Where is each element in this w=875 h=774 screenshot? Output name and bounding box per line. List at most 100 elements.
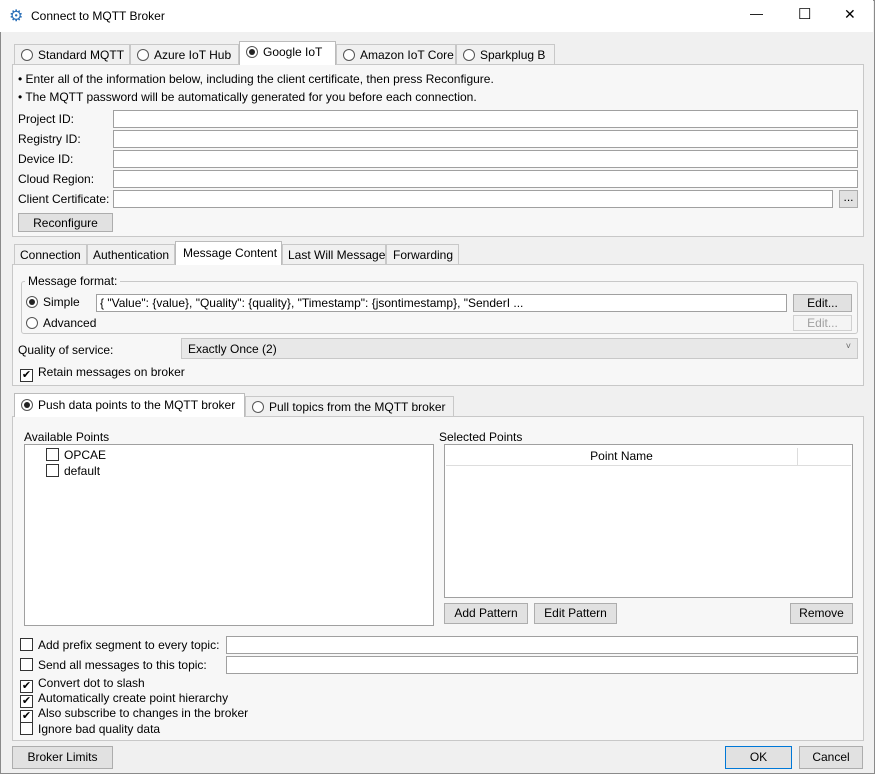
tab-label: Push data points to the MQTT broker: [38, 398, 236, 412]
tab-label: Amazon IoT Core: [360, 48, 454, 62]
registry-id-label: Registry ID:: [18, 132, 81, 146]
radio-icon: [137, 49, 149, 61]
tab-authentication[interactable]: Authentication: [87, 244, 175, 265]
radio-selected-icon: [26, 296, 38, 308]
radio-icon: [252, 401, 264, 413]
tab-push-data-points[interactable]: Push data points to the MQTT broker: [14, 393, 245, 417]
tab-forwarding[interactable]: Forwarding: [386, 244, 459, 265]
selected-points-list[interactable]: Point Name: [444, 444, 853, 598]
qos-label: Quality of service:: [18, 343, 114, 357]
browse-certificate-button[interactable]: ...: [839, 190, 858, 208]
checkbox-label: Send all messages to this topic:: [38, 658, 207, 672]
radio-icon: [463, 49, 475, 61]
tab-google-iot[interactable]: Google IoT: [239, 41, 336, 65]
tab-pull-topics[interactable]: Pull topics from the MQTT broker: [245, 396, 454, 417]
chevron-down-icon: ˅: [845, 341, 851, 351]
tab-label: Google IoT: [263, 45, 323, 59]
tab-azure-iot-hub[interactable]: Azure IoT Hub: [130, 44, 239, 65]
selected-points-label: Selected Points: [439, 430, 523, 444]
note-2: • The MQTT password will be automaticall…: [18, 90, 477, 104]
checkbox-label: Retain messages on broker: [38, 365, 185, 379]
advanced-edit-button[interactable]: Edit...: [793, 315, 852, 331]
note-text: The MQTT password will be automatically …: [25, 90, 477, 104]
note-text: Enter all of the information below, incl…: [25, 72, 494, 86]
checkbox-label: Add prefix segment to every topic:: [38, 638, 220, 652]
checkbox-label: Automatically create point hierarchy: [38, 691, 229, 705]
tab-standard-mqtt[interactable]: Standard MQTT: [14, 44, 130, 65]
device-id-label: Device ID:: [18, 152, 74, 166]
tab-label: Azure IoT Hub: [154, 48, 232, 62]
column-header-filler: [798, 448, 851, 466]
column-header-point-name[interactable]: Point Name: [446, 448, 798, 466]
qos-value: Exactly Once (2): [188, 342, 277, 356]
message-content-panel: Message format: Simple { "Value": {value…: [12, 264, 864, 386]
close-button[interactable]: ✕: [844, 6, 856, 23]
project-id-input[interactable]: [113, 110, 858, 128]
ok-button[interactable]: OK: [725, 746, 792, 769]
item-label: default: [64, 464, 101, 478]
column-label: Point Name: [590, 449, 653, 463]
broker-limits-button[interactable]: Broker Limits: [12, 746, 113, 769]
radio-selected-icon: [21, 399, 33, 411]
google-iot-panel: • Enter all of the information below, in…: [12, 64, 864, 237]
item-label: OPCAE: [64, 448, 107, 462]
tab-sparkplug-b[interactable]: Sparkplug B: [456, 44, 555, 65]
radio-icon: [21, 49, 33, 61]
cancel-button[interactable]: Cancel: [799, 746, 863, 769]
simple-edit-button[interactable]: Edit...: [793, 294, 852, 312]
radio-label: Advanced: [43, 316, 97, 330]
message-format-legend: Message format:: [25, 274, 121, 288]
send-all-topic-input[interactable]: [226, 656, 858, 674]
maximize-button[interactable]: ☐: [798, 5, 811, 23]
tree-item-opcae[interactable]: OPCAE: [46, 448, 106, 462]
client-certificate-label: Client Certificate:: [18, 192, 110, 206]
minimize-button[interactable]: —: [750, 6, 763, 21]
available-points-label: Available Points: [24, 430, 110, 444]
device-id-input[interactable]: [113, 150, 858, 168]
tab-label: Sparkplug B: [480, 48, 546, 62]
tab-label: Pull topics from the MQTT broker: [269, 400, 446, 414]
remove-button[interactable]: Remove: [790, 603, 853, 624]
checkbox-icon: [20, 658, 33, 671]
advanced-radio[interactable]: Advanced: [26, 316, 96, 330]
retain-checkbox[interactable]: ✔ Retain messages on broker: [20, 365, 185, 382]
project-id-label: Project ID:: [18, 112, 75, 126]
cloud-region-label: Cloud Region:: [18, 172, 95, 186]
ignore-bad-quality-checkbox[interactable]: Ignore bad quality data: [20, 722, 160, 736]
push-panel: Available Points OPCAE default Selected …: [12, 416, 864, 741]
tab-last-will-message[interactable]: Last Will Message: [282, 244, 386, 265]
checkbox-icon[interactable]: [46, 464, 59, 477]
client-certificate-input[interactable]: [113, 190, 833, 208]
checkbox-label: Convert dot to slash: [38, 676, 145, 690]
radio-label: Simple: [43, 295, 80, 309]
qos-select[interactable]: Exactly Once (2) ˅: [181, 338, 858, 359]
simple-format-input[interactable]: { "Value": {value}, "Quality": {quality}…: [96, 294, 787, 312]
radio-icon: [26, 317, 38, 329]
add-pattern-button[interactable]: Add Pattern: [444, 603, 528, 624]
prefix-input[interactable]: [226, 636, 858, 654]
checkbox-icon[interactable]: [46, 448, 59, 461]
registry-id-input[interactable]: [113, 130, 858, 148]
subscribe-changes-checkbox[interactable]: ✔ Also subscribe to changes in the broker: [20, 706, 248, 723]
title-bar: ⚙ Connect to MQTT Broker — ☐ ✕: [0, 0, 873, 32]
available-points-tree[interactable]: OPCAE default: [24, 444, 434, 626]
gear-icon: ⚙: [9, 8, 24, 25]
checkbox-label: Ignore bad quality data: [38, 722, 161, 736]
radio-icon: [343, 49, 355, 61]
tree-item-default[interactable]: default: [46, 464, 100, 478]
prefix-checkbox[interactable]: Add prefix segment to every topic:: [20, 638, 219, 652]
reconfigure-button[interactable]: Reconfigure: [18, 213, 113, 232]
tab-message-content[interactable]: Message Content: [175, 241, 282, 265]
simple-radio[interactable]: Simple: [26, 295, 80, 309]
checkbox-icon: [20, 638, 33, 651]
note-1: • Enter all of the information below, in…: [18, 72, 494, 86]
edit-pattern-button[interactable]: Edit Pattern: [534, 603, 617, 624]
radio-selected-icon: [246, 46, 258, 58]
checkmark-icon: ✔: [20, 369, 33, 382]
tab-connection[interactable]: Connection: [14, 244, 87, 265]
send-all-checkbox[interactable]: Send all messages to this topic:: [20, 658, 207, 672]
checkbox-icon: [20, 722, 33, 735]
cloud-region-input[interactable]: [113, 170, 858, 188]
tab-amazon-iot-core[interactable]: Amazon IoT Core: [336, 44, 456, 65]
tab-label: Standard MQTT: [38, 48, 125, 62]
